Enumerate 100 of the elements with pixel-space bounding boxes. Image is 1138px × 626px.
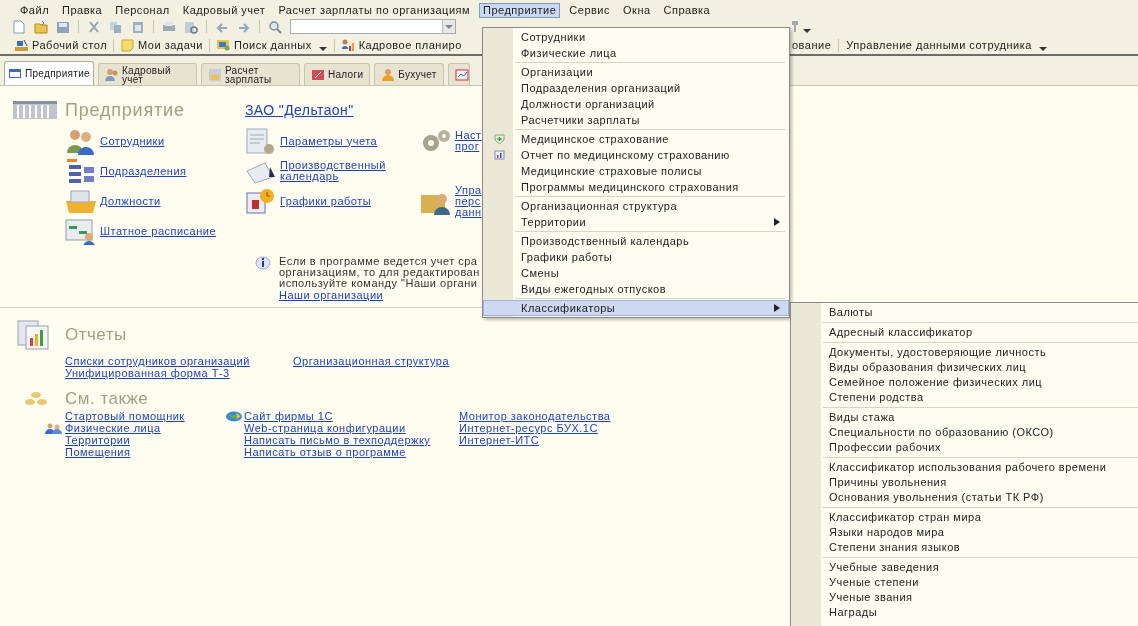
menu-item[interactable]: Ученые степени xyxy=(791,575,1138,590)
link[interactable]: Наши организации xyxy=(279,290,480,301)
menu-item[interactable]: Медицинское страхование xyxy=(483,131,789,147)
toolbar-button[interactable]: Мои задачи xyxy=(118,36,205,54)
menu-item[interactable]: Организации xyxy=(483,64,789,80)
link[interactable]: Написать письмо в техподдержку xyxy=(244,435,431,446)
menu-item[interactable]: Степени знания языков xyxy=(791,540,1138,555)
menu-item[interactable]: Производственный календарь xyxy=(483,233,789,249)
menu-item[interactable]: Программы медицинского страхования xyxy=(483,179,789,195)
menu-item[interactable]: Сервис xyxy=(565,2,614,18)
menu-item[interactable]: Медицинские страховые полисы xyxy=(483,163,789,179)
link[interactable]: Должности xyxy=(100,195,161,207)
menu-item[interactable]: Расчетчики зарплаты xyxy=(483,112,789,128)
tab[interactable]: Кадровый учет xyxy=(97,63,197,85)
menu-item[interactable]: Окна xyxy=(619,2,655,18)
menu-item[interactable]: Валюты xyxy=(791,305,1138,320)
menu-item[interactable]: Профессии рабочих xyxy=(791,440,1138,455)
menu-item[interactable]: Предприятие xyxy=(479,2,561,18)
menu-item[interactable]: Классификатор стран мира xyxy=(791,510,1138,525)
menu-item[interactable]: Отчет по медицинскому страхованию xyxy=(483,147,789,163)
sticky-note-icon xyxy=(120,38,136,52)
link[interactable]: Сотрудники xyxy=(100,135,165,147)
menu-item[interactable]: Справка xyxy=(659,2,715,18)
menu-item[interactable]: Расчет зарплаты по организациям xyxy=(274,2,475,18)
link[interactable]: Наст прог xyxy=(455,130,482,152)
copy-icon[interactable] xyxy=(109,19,123,34)
link[interactable]: Списки сотрудников организаций xyxy=(65,356,293,367)
caret-icon xyxy=(802,27,812,34)
menu-item[interactable]: Сотрудники xyxy=(483,29,789,45)
menu-item[interactable]: Причины увольнения xyxy=(791,475,1138,490)
menu-item[interactable]: Семейное положение физических лиц xyxy=(791,375,1138,390)
menu-item[interactable]: Степени родства xyxy=(791,390,1138,405)
menu-item[interactable]: Организационная структура xyxy=(483,198,789,214)
link[interactable]: Территории xyxy=(65,435,131,446)
menu-item[interactable]: Ученые звания xyxy=(791,590,1138,605)
tab[interactable]: Бухучет xyxy=(374,63,444,85)
caret-icon xyxy=(444,23,454,30)
tab[interactable] xyxy=(447,63,470,85)
tab[interactable]: Предприятие xyxy=(4,61,94,85)
open-folder-icon[interactable] xyxy=(34,19,48,34)
menu-item[interactable]: Графики работы xyxy=(483,249,789,265)
link[interactable]: Сайт фирмы 1С xyxy=(244,411,333,422)
link[interactable]: Написать отзыв о программе xyxy=(244,447,406,458)
search-field[interactable] xyxy=(290,19,456,34)
search-icon[interactable] xyxy=(268,19,282,34)
people-icon xyxy=(104,67,119,82)
toolbar-button[interactable]: Кадровое планиро xyxy=(338,36,464,54)
menu-item[interactable]: Классификатор использования рабочего времени xyxy=(791,460,1138,475)
link[interactable]: Подразделения xyxy=(100,165,187,177)
new-document-icon[interactable] xyxy=(12,19,26,34)
link[interactable]: Параметры учета xyxy=(280,135,378,147)
menu-item[interactable]: Смены xyxy=(483,265,789,281)
menu-item[interactable]: Персонал xyxy=(111,2,174,18)
save-icon[interactable] xyxy=(56,19,70,34)
link[interactable]: Производственный календарь xyxy=(280,160,386,182)
menu-item[interactable]: Виды образования физических лиц xyxy=(791,360,1138,375)
menu-item[interactable]: Должности организаций xyxy=(483,96,789,112)
toolbar-button[interactable]: ование xyxy=(790,36,834,54)
tab[interactable]: Налоги xyxy=(303,63,371,85)
menu-item[interactable]: Территории xyxy=(483,214,789,230)
menu-item[interactable]: Награды xyxy=(791,605,1138,620)
link[interactable]: Стартовый помощник xyxy=(65,411,185,422)
link[interactable]: Интернет-ресурс БУХ.1С xyxy=(459,423,598,434)
menu-item[interactable]: Классификаторы xyxy=(483,300,789,316)
menu-item[interactable]: Кадровый учет xyxy=(178,2,270,18)
menu-item[interactable]: Учебные заведения xyxy=(791,560,1138,575)
print-icon[interactable] xyxy=(162,19,176,34)
cut-icon[interactable] xyxy=(87,19,101,34)
globe-icon xyxy=(225,411,243,422)
link[interactable]: Помещения xyxy=(65,447,131,458)
menu-item[interactable]: Подразделения организаций xyxy=(483,80,789,96)
menu-item[interactable]: Правка xyxy=(58,2,107,18)
staff-table-icon xyxy=(65,217,97,245)
menu-item[interactable]: Файл xyxy=(16,2,54,18)
report-chart-icon xyxy=(17,320,51,350)
toolbar-button[interactable]: Управление данными сотрудника xyxy=(844,36,1050,54)
menu-item[interactable]: Специальности по образованию (ОКСО) xyxy=(791,425,1138,440)
link[interactable]: Организационная структура xyxy=(293,356,493,367)
tool-icon xyxy=(792,21,798,32)
menu-item[interactable]: Языки народов мира xyxy=(791,525,1138,540)
toolbar-button[interactable]: Рабочий стол xyxy=(12,36,110,54)
link[interactable]: Упра перс данн xyxy=(455,184,482,218)
link[interactable]: Графики работы xyxy=(280,195,372,207)
link[interactable]: Интернет-ИТС xyxy=(459,435,540,446)
link[interactable]: Монитор законодательства xyxy=(459,411,611,422)
link[interactable]: Физические лица xyxy=(65,423,161,434)
menu-item[interactable]: Виды ежегодных отпусков xyxy=(483,281,789,297)
paste-icon[interactable] xyxy=(131,19,145,34)
menu-item[interactable]: Физические лица xyxy=(483,45,789,61)
print-preview-icon[interactable] xyxy=(184,19,198,34)
link[interactable]: Штатное расписание xyxy=(100,225,217,237)
link[interactable]: Web-страница конфигурации xyxy=(244,423,406,434)
menu-item[interactable]: Виды стажа xyxy=(791,410,1138,425)
organization-link[interactable]: ЗАО "Дельтаон" xyxy=(245,99,354,121)
tab[interactable]: Расчет зарплаты xyxy=(200,63,300,85)
menu-item[interactable]: Адресный классификатор xyxy=(791,325,1138,340)
link[interactable]: Унифицированная форма Т-3 xyxy=(65,368,293,379)
menu-item[interactable]: Документы, удостоверяющие личность xyxy=(791,345,1138,360)
menu-item[interactable]: Основания увольнения (статьи ТК РФ) xyxy=(791,490,1138,505)
toolbar-button[interactable]: Поиск данных xyxy=(214,36,330,54)
